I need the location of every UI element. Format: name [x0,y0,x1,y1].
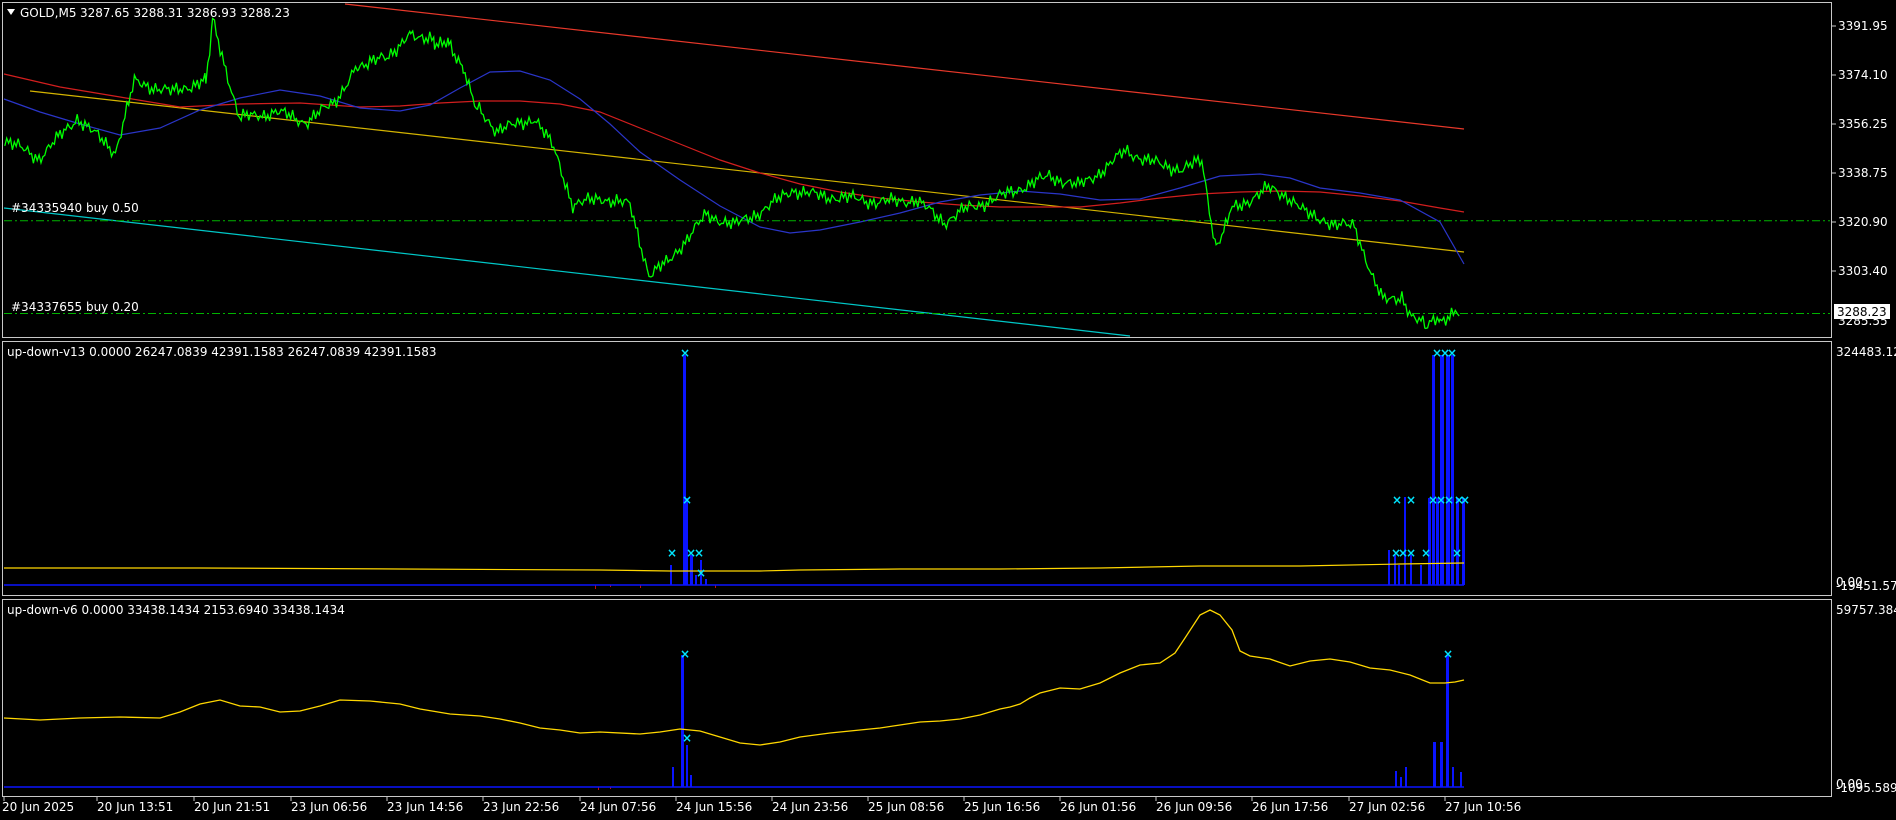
histogram-bar [1446,655,1449,787]
histogram-bar [1446,355,1450,585]
price-tick: 3338.75 [1838,166,1888,180]
histogram-bar [1428,498,1431,585]
histogram-bar [1405,767,1407,787]
price-line [4,17,1460,330]
time-tick-label: 25 Jun 16:56 [964,800,1040,814]
signal-marker-icon: × [1460,493,1470,507]
histogram-bar [1388,550,1390,585]
histogram-bar [1452,767,1454,787]
indicator2-axis-top: 59757.384 [1836,603,1896,617]
indicator2-signal-line [3,609,1465,746]
indicator1-pane-frame [2,341,1832,596]
channel-upper-line [344,3,1465,130]
histogram-bar [1462,498,1465,585]
signal-marker-icon: × [1406,493,1416,507]
time-tick-label: 20 Jun 21:51 [194,800,270,814]
indicator1-axis-zero: 0.00 [1836,575,1863,589]
price-tick: 3320.90 [1838,215,1888,229]
time-tick-label: 26 Jun 17:56 [1252,800,1328,814]
indicator-up-down-v6[interactable]: × × × up-down-v6 0.0000 33438.1434 2153.69… [3,603,1896,795]
signal-marker-icon: × [680,346,690,360]
time-axis[interactable]: 20 Jun 2025 20 Jun 13:51 20 Jun 21:51 23 Ju… [2,797,1521,814]
indicator1-axis-top: 324483.12 [1836,345,1896,359]
price-tick: 3303.40 [1838,264,1888,278]
signal-marker-icon: × [696,566,706,580]
time-tick-label: 20 Jun 2025 [2,800,74,814]
signal-marker-icon: × [680,647,690,661]
time-tick-label: 24 Jun 07:56 [580,800,656,814]
histogram-bar [1432,355,1435,585]
signal-marker-icon: × [1443,647,1453,661]
histogram-bar [672,767,674,787]
histogram-bar [1400,777,1402,787]
slow-moving-average [3,73,1465,213]
channel-lower-line [3,207,1131,337]
main-price-pane[interactable]: GOLD,M5 3287.65 3288.31 3286.93 3288.23 … [3,3,1890,337]
indicator2-pane-frame [2,599,1832,797]
histogram-bar [670,565,672,585]
time-tick-label: 23 Jun 06:56 [291,800,367,814]
histogram-bar [686,745,688,787]
signal-marker-icon: × [682,731,692,745]
histogram-bar [1460,772,1462,787]
time-tick-label: 23 Jun 22:56 [483,800,559,814]
collapse-triangle-icon[interactable] [7,9,15,15]
symbol-label: GOLD,M5 [20,6,76,20]
price-axis[interactable]: 3391.95 3374.10 3356.25 3338.75 3320.90 … [1832,19,1890,328]
time-tick-label: 24 Jun 23:56 [772,800,848,814]
histogram-bar [1433,742,1436,787]
histogram-bar [1436,498,1439,585]
ohlc-values: 3287.65 3288.31 3286.93 3288.23 [80,6,290,20]
time-tick-label: 26 Jun 01:56 [1060,800,1136,814]
signal-marker-icon: × [1452,546,1462,560]
indicator-up-down-v13[interactable]: ××× ××××××× ××××××××××× up-down-v13 0.0000… [4,345,1896,593]
signal-marker-icon: × [1444,493,1454,507]
histogram-bar [1420,565,1422,585]
order-label-1: #34335940 buy 0.50 [11,201,139,215]
trading-chart-window[interactable]: GOLD,M5 3287.65 3288.31 3286.93 3288.23 … [0,0,1896,820]
time-tick-label: 27 Jun 02:56 [1349,800,1425,814]
indicator2-label: up-down-v6 0.0000 33438.1434 2153.6940 3… [7,603,345,617]
histogram-bar [1404,497,1406,585]
time-tick-label: 24 Jun 15:56 [676,800,752,814]
histogram-bar [1456,498,1459,585]
main-pane-frame [2,2,1832,338]
price-tick: 3356.25 [1838,117,1888,131]
time-tick-label: 26 Jun 09:56 [1156,800,1232,814]
signal-marker-icon: × [682,493,692,507]
histogram-bar [1398,565,1400,585]
signal-marker-icon: × [1447,346,1457,360]
price-tick: 3374.10 [1838,68,1888,82]
histogram-bar [1395,771,1397,787]
time-tick-label: 20 Jun 13:51 [97,800,173,814]
signal-marker-icon: × [667,546,677,560]
indicator1-histogram [595,355,1465,589]
signal-marker-icon: × [694,546,704,560]
order-label-2: #34337655 buy 0.20 [11,300,139,314]
indicator1-signal-line [4,562,1465,572]
price-tick: 3391.95 [1838,19,1888,33]
histogram-bar [681,655,684,787]
time-tick-label: 25 Jun 08:56 [868,800,944,814]
indicator2-markers: × × × [680,647,1453,745]
chart-canvas[interactable]: GOLD,M5 3287.65 3288.31 3286.93 3288.23 … [0,0,1896,820]
fast-moving-average [3,70,1465,265]
signal-marker-icon: × [1406,546,1416,560]
signal-marker-icon: × [1392,493,1402,507]
histogram-bar [686,498,688,585]
indicator1-markers: ××× ××××××× ××××××××××× [667,346,1470,580]
histogram-bar [690,775,692,787]
time-tick-label: 27 Jun 10:56 [1445,800,1521,814]
signal-marker-icon: × [1421,546,1431,560]
indicator2-axis-zero: 0.00 [1836,777,1863,791]
current-price-label: 3288.23 [1837,305,1887,319]
indicator2-histogram [598,655,1462,790]
histogram-bar [1440,355,1444,585]
indicator1-label: up-down-v13 0.0000 26247.0839 42391.1583… [7,345,436,359]
histogram-bar [1440,742,1443,787]
time-tick-label: 23 Jun 14:56 [387,800,463,814]
